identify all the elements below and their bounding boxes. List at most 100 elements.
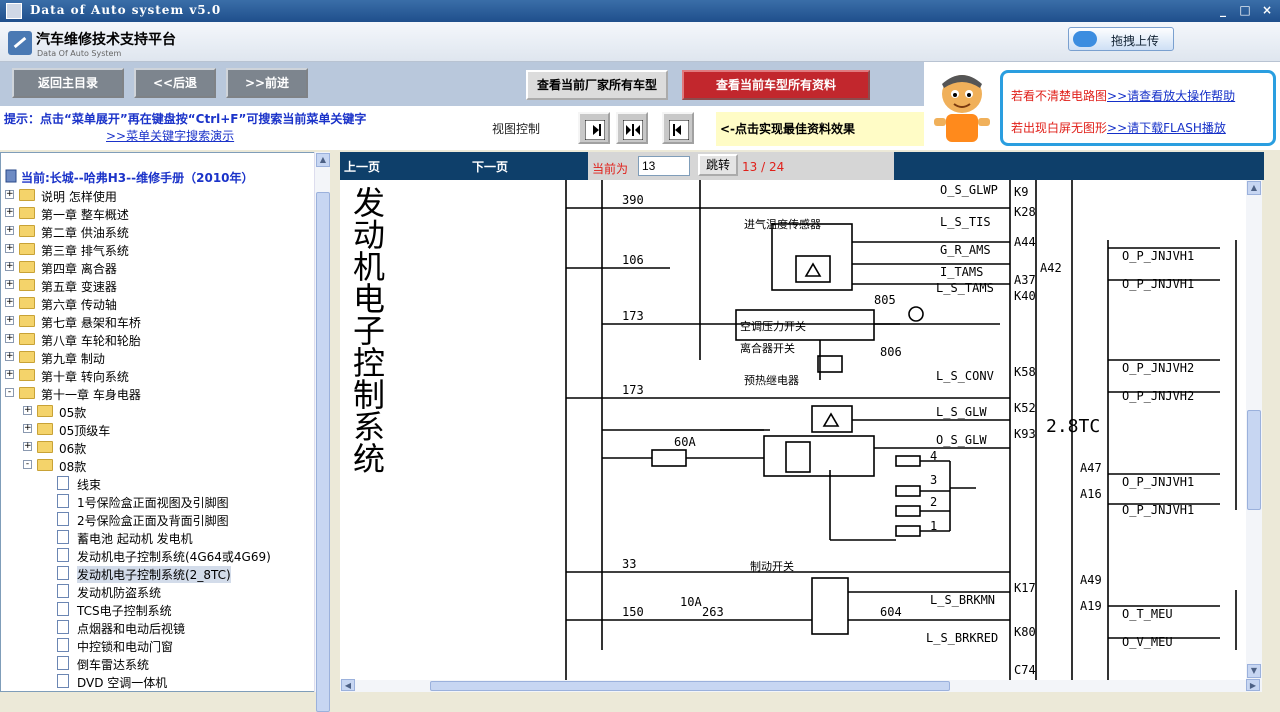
expand-icon[interactable]: + [5,370,14,379]
expand-icon[interactable]: + [23,424,32,433]
tree-item[interactable]: + 第五章 变速器 [1,277,313,295]
next-page-link[interactable]: 下一页 [472,158,508,175]
tree-scrollbar[interactable]: ▲ [314,152,330,712]
expand-icon[interactable]: + [5,298,14,307]
tree-item[interactable]: 发动机防盗系统 [1,583,313,601]
tree-item[interactable]: DVD 空调一体机 [1,673,313,691]
mechanic-mascot-icon [934,75,990,142]
tree-item[interactable]: + 第八章 车轮和轮胎 [1,331,313,349]
zoom-help-link[interactable]: >>请查看放大操作帮助 [1107,89,1235,103]
tree-item[interactable]: + 第三章 排气系统 [1,241,313,259]
wiring-diagram-viewer[interactable]: 390 106 173 173 60A 33 150 10A 263 604 8… [340,180,1246,680]
document-icon [57,638,69,652]
tree-item[interactable]: - 08款 [1,457,313,475]
tools-logo-icon [8,31,32,55]
viewer-vscroll-thumb[interactable] [1247,410,1261,510]
collapse-left-button[interactable] [662,112,694,144]
label-ac-switch: 空调压力开关 [740,319,806,333]
collapse-icon[interactable]: - [23,460,32,469]
expand-icon[interactable]: + [23,442,32,451]
expand-icon[interactable]: + [5,226,14,235]
tree-item[interactable]: + 第九章 制动 [1,349,313,367]
fit-width-button[interactable] [578,112,610,144]
document-icon [57,656,69,670]
tree-item[interactable]: 线束 [1,475,313,493]
tree-item[interactable]: 发动机电子控制系统(4G64或4G69) [1,547,313,565]
diagram-title: 发动机电子控制系统 [348,186,386,474]
expand-icon[interactable]: + [5,208,14,217]
expand-right-icon [585,120,605,140]
expand-icon[interactable]: + [5,244,14,253]
tree-item[interactable]: 倒车雷达系统 [1,655,313,673]
window-titlebar: Data of Auto system v5.0 _ □ × [0,0,1280,22]
viewer-hscroll-thumb[interactable] [430,681,950,691]
viewer-vertical-scrollbar[interactable]: ▲ ▼ [1246,180,1262,680]
close-button[interactable]: × [1258,3,1276,19]
jump-button[interactable]: 跳转 [698,154,738,176]
tree-item[interactable]: 蓄电池 起动机 发电机 [1,529,313,547]
expand-icon[interactable]: + [5,262,14,271]
document-icon [57,530,69,544]
expand-icon[interactable]: + [5,280,14,289]
tree-item-label: 08款 [59,460,87,474]
pin-k93: K93 [1014,427,1036,441]
tree-item-label: 中控锁和电动门窗 [77,640,174,654]
tree-item[interactable]: 发动机电子控制系统(2_8TC) [1,565,313,583]
best-effect-tip: <-点击实现最佳资料效果 [716,112,924,146]
forward-button[interactable]: >>前进 [226,68,308,98]
tree-item[interactable]: + 第六章 传动轴 [1,295,313,313]
tree-item[interactable]: +06款 [1,439,313,457]
expand-icon[interactable]: + [5,190,14,199]
drag-upload-button[interactable]: 拖拽上传 [1068,27,1174,51]
tree-item[interactable]: + 第十章 转向系统 [1,367,313,385]
tree-scroll-thumb[interactable] [316,192,330,712]
cloud-upload-icon [1073,31,1097,47]
folder-icon [19,351,35,363]
document-icon [57,548,69,562]
tree-item[interactable]: + 第二章 供油系统 [1,223,313,241]
scroll-left-icon[interactable]: ◀ [341,679,355,691]
search-demo-link[interactable]: >>菜单关键字搜索演示 [106,127,234,144]
expand-icon[interactable]: + [5,316,14,325]
tree-item[interactable]: 中控锁和电动门窗 [1,637,313,655]
label-clutch-switch: 离合器开关 [740,341,795,355]
fit-both-button[interactable] [616,112,648,144]
scroll-right-icon[interactable]: ▶ [1246,679,1260,691]
tree-item-label: DVD 空调一体机 [77,676,168,690]
document-icon [57,476,69,490]
folder-icon [19,279,35,291]
expand-icon[interactable]: + [23,406,32,415]
flash-download-link[interactable]: >>请下载FLASH播放 [1107,121,1226,135]
tree-item[interactable]: - 第十一章 车身电器 [1,385,313,403]
expand-icon[interactable]: + [5,352,14,361]
viewer-horizontal-scrollbar[interactable]: ◀ ▶ [340,679,1262,692]
collapse-icon[interactable]: - [5,388,14,397]
tree-item[interactable]: +05款 [1,403,313,421]
scroll-down-icon[interactable]: ▼ [1247,664,1261,678]
tree-item[interactable]: + 说明 怎样使用 [1,187,313,205]
tree-item[interactable]: + 第七章 悬架和车桥 [1,313,313,331]
tree-item-label: TCS电子控制系统 [77,604,172,618]
minimize-button[interactable]: _ [1214,3,1232,19]
tree-item[interactable]: 点烟器和电动后视镜 [1,619,313,637]
expand-icon[interactable]: + [5,334,14,343]
tree-item[interactable]: TCS电子控制系统 [1,601,313,619]
tree-item-label: 2号保险盒正面及背面引脚图 [77,514,229,528]
app-icon [6,3,22,19]
wire-390: 390 [622,193,644,207]
tree-item[interactable]: + 第四章 离合器 [1,259,313,277]
back-button[interactable]: <<后退 [134,68,216,98]
chapter-tree: 当前:长城--哈弗H3--维修手册（2010年） + 说明 怎样使用 + 第一章 整车… [0,152,330,692]
scroll-up-icon[interactable]: ▲ [316,153,330,167]
scroll-up-icon[interactable]: ▲ [1247,181,1261,195]
maximize-button[interactable]: □ [1236,3,1254,19]
all-data-button[interactable]: 查看当前车型所有资料 [682,70,870,100]
prev-page-link[interactable]: 上一页 [344,158,380,175]
home-button[interactable]: 返回主目录 [12,68,124,98]
tree-item[interactable]: +05顶级车 [1,421,313,439]
all-models-button[interactable]: 查看当前厂家所有车型 [526,70,668,100]
tree-item[interactable]: 1号保险盒正面视图及引脚图 [1,493,313,511]
page-number-input[interactable] [638,156,690,176]
tree-item[interactable]: + 第一章 整车概述 [1,205,313,223]
tree-item[interactable]: 2号保险盒正面及背面引脚图 [1,511,313,529]
